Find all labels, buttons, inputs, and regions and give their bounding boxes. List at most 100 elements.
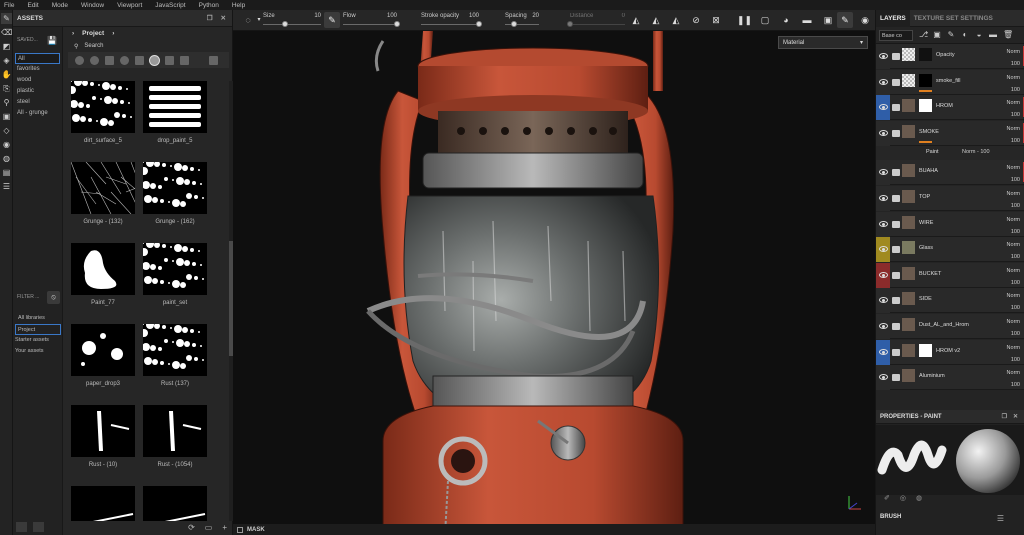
opacity-value[interactable]: 100 — [1011, 177, 1020, 183]
float-panel-icon[interactable]: ❐ — [1002, 413, 1007, 420]
filter-environments-icon[interactable] — [180, 55, 189, 65]
channel-select[interactable]: Base co — [879, 29, 913, 41]
3d-viewport[interactable]: Material ▾ MASK — [233, 31, 875, 535]
tree-item[interactable]: Starter assets — [13, 335, 63, 346]
opacity-value[interactable]: 100 — [1011, 61, 1020, 67]
asset-item[interactable]: Rust - (10) — [68, 405, 138, 470]
blend-mode[interactable]: Norm — [1007, 217, 1020, 223]
scene-tool-icon[interactable]: ▤ — [1, 167, 12, 178]
layer-row[interactable]: Aluminium Norm 100 — [876, 365, 1024, 391]
layer-blend[interactable]: Norm 100 — [1007, 214, 1020, 238]
layer-row[interactable]: TOP Norm 100 — [876, 186, 1024, 211]
add-layer-icon[interactable]: ◒ — [975, 31, 983, 39]
blend-mode[interactable]: Norm — [1007, 242, 1020, 248]
library-item[interactable]: All — [15, 53, 60, 64]
layer-blend[interactable]: Norm 100 — [1007, 97, 1020, 121]
param-distance[interactable]: Distance 0 — [567, 12, 625, 29]
projection-tool-icon[interactable]: ◩ — [1, 41, 12, 52]
filter-grunges-icon[interactable] — [165, 55, 174, 65]
layer-visibility[interactable] — [876, 262, 890, 288]
layer-visibility[interactable] — [876, 69, 890, 95]
eye-icon[interactable] — [879, 374, 888, 381]
asset-item[interactable]: dirt_surface_5 — [68, 81, 138, 146]
eraser-tool-icon[interactable]: ⌫ — [1, 27, 12, 38]
add-icon[interactable]: + — [222, 523, 227, 532]
filter-alphas-icon[interactable] — [150, 55, 159, 65]
asset-item[interactable]: Grunge - (132) — [68, 162, 138, 227]
library-item[interactable]: steel — [13, 97, 62, 108]
layer-row[interactable]: SMOKE Norm 100 — [876, 120, 1024, 146]
symmetry-icon[interactable]: ◭ — [631, 15, 641, 25]
layer-visibility[interactable] — [876, 186, 890, 211]
opacity-value[interactable]: 100 — [1011, 138, 1020, 144]
layer-blend[interactable]: Norm 100 — [1007, 316, 1020, 340]
asset-item[interactable] — [68, 486, 138, 521]
blend-mode[interactable]: Norm — [1007, 370, 1020, 376]
render-mode-icon[interactable]: ◕ — [781, 15, 791, 25]
layer-blend[interactable]: Norm 100 — [1007, 72, 1020, 96]
add-paint-layer-icon[interactable]: ✎ — [947, 31, 955, 39]
close-panel-icon[interactable]: ✕ — [1013, 413, 1018, 420]
asset-item[interactable]: Grunge - (162) — [140, 162, 210, 227]
grid-snap-icon[interactable]: ⊠ — [711, 15, 721, 25]
param-spacing[interactable]: Spacing 20 — [505, 12, 539, 29]
camera-projection-icon[interactable]: ▬ — [802, 15, 812, 25]
align-icon[interactable]: ◭ — [671, 15, 681, 25]
filter-images-icon[interactable] — [209, 55, 218, 65]
effect-blend-mode[interactable]: Norm — [962, 149, 975, 155]
asset-item[interactable]: paper_drop3 — [68, 324, 138, 389]
library-item[interactable]: plastic — [13, 86, 62, 97]
opacity-value[interactable]: 100 — [1011, 87, 1020, 93]
fill-tool-icon[interactable]: ▣ — [1, 111, 12, 122]
eye-icon[interactable] — [879, 348, 888, 355]
screenshot-mode-icon[interactable]: ▣ — [823, 15, 833, 25]
opacity-value[interactable]: 100 — [1011, 305, 1020, 311]
color-picker-tool-icon[interactable]: ⚲ — [1, 97, 12, 108]
collapse-icon[interactable]: › — [72, 30, 74, 37]
param-value[interactable]: 100 — [469, 13, 479, 19]
slider-track[interactable] — [263, 24, 321, 25]
lazy-mouse-icon[interactable]: ◭ — [651, 15, 661, 25]
param-stroke-opacity[interactable]: Stroke opacity 100 — [421, 12, 482, 29]
layer-visibility[interactable] — [876, 211, 890, 237]
effect-row[interactable]: Paint Norm - 100 — [876, 146, 1024, 161]
asset-item[interactable]: paint_set — [140, 243, 210, 308]
param-value[interactable]: 10 — [314, 13, 321, 19]
brush-menu-icon[interactable]: ☰ — [997, 514, 1004, 523]
menu-item-window[interactable]: Window — [81, 2, 104, 9]
layer-visibility[interactable] — [876, 237, 890, 263]
eye-icon[interactable] — [879, 220, 888, 227]
eye-icon[interactable] — [879, 78, 888, 85]
add-fill-layer-icon[interactable]: ◐ — [961, 31, 969, 39]
opacity-value[interactable]: 100 — [1011, 203, 1020, 209]
slider-knob[interactable] — [510, 21, 517, 27]
asset-item[interactable] — [140, 486, 210, 521]
layer-blend[interactable]: Norm 100 — [1007, 290, 1020, 314]
eye-icon[interactable] — [879, 53, 888, 59]
eye-icon[interactable] — [879, 323, 888, 329]
slider-track[interactable] — [421, 24, 479, 25]
tab-layers[interactable]: LAYERS — [876, 9, 910, 27]
camera-view-icon[interactable]: ▢ — [760, 15, 770, 25]
folder-icon[interactable]: ▭ — [205, 523, 213, 532]
blend-mode[interactable]: Norm — [1007, 191, 1020, 197]
brush-tool-icon[interactable]: ✎ — [1, 13, 12, 24]
opacity-value[interactable]: 100 — [1011, 280, 1020, 286]
filter-toggle-icon[interactable]: ⦸ — [47, 290, 60, 304]
brush-settings-icon[interactable]: ◌ — [243, 15, 253, 25]
param-flow[interactable]: Flow 100 — [343, 12, 400, 29]
stencil-icon[interactable]: ◎ — [900, 494, 906, 502]
slider-track[interactable] — [343, 24, 397, 25]
menu-item-mode[interactable]: Mode — [52, 2, 68, 9]
float-panel-icon[interactable]: ❐ — [207, 14, 213, 22]
library-item[interactable]: favorites — [13, 64, 62, 75]
paint-mode-button[interactable]: ✎ — [837, 12, 853, 28]
eye-icon[interactable] — [879, 246, 888, 253]
layer-blend[interactable]: Norm 100 — [1007, 239, 1020, 263]
new-library-icon[interactable] — [33, 522, 44, 532]
blend-mode[interactable]: Norm — [1007, 293, 1020, 299]
layer-blend[interactable]: Norm 100 — [1007, 188, 1020, 212]
filter-materials-icon[interactable] — [75, 55, 84, 65]
blend-mode[interactable]: Norm — [1007, 100, 1020, 106]
layer-visibility[interactable] — [876, 44, 890, 69]
